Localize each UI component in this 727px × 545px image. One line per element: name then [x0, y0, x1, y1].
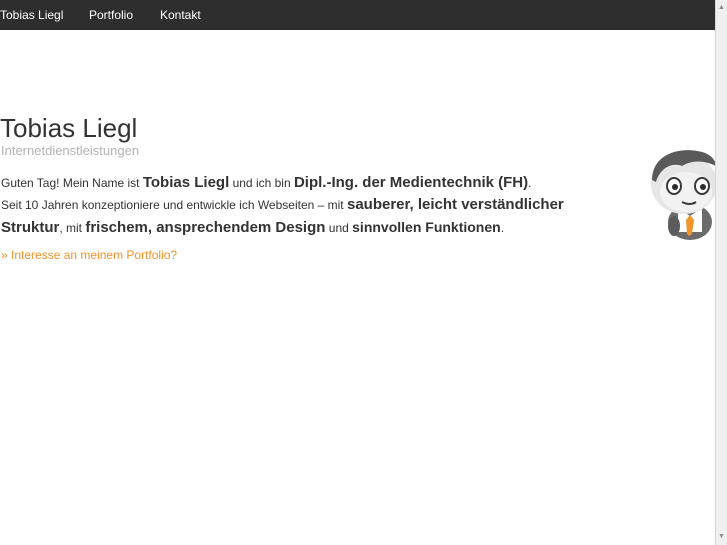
nav-kontakt-link[interactable]: Kontakt — [160, 8, 201, 22]
portfolio-cta-link[interactable]: » Interesse an meinem Portfolio? — [1, 248, 177, 262]
intro-greeting: Guten Tag! Mein Name ist — [1, 176, 143, 190]
cartoon-character-icon — [646, 142, 715, 246]
scroll-up-arrow-icon[interactable]: ▲ — [716, 2, 727, 14]
nav-portfolio-link[interactable]: Portfolio — [89, 8, 133, 22]
intro-period-2: . — [500, 221, 505, 235]
intro-period-1: . — [528, 176, 532, 190]
top-navigation-bar: Tobias Liegl Portfolio Kontakt — [0, 0, 715, 30]
intro-since: Seit 10 Jahren konzeptioniere und entwic… — [1, 198, 347, 212]
intro-and: und — [325, 221, 353, 235]
intro-highlight-design: frischem, ansprechendem Design — [85, 219, 326, 236]
intro-highlight-functions: sinnvollen Funktionen — [352, 219, 501, 235]
intro-with: , mit — [59, 221, 86, 235]
nav-home-link[interactable]: Tobias Liegl — [0, 8, 63, 22]
intro-name: Tobias Liegl — [142, 174, 230, 191]
vertical-scrollbar[interactable]: ▲ ▼ — [715, 0, 727, 545]
scroll-down-arrow-icon[interactable]: ▼ — [716, 531, 727, 543]
site-title: Tobias Liegl — [0, 113, 138, 143]
page-content: Tobias Liegl Portfolio Kontakt Tobias Li… — [0, 0, 715, 545]
intro-and-i-am: und ich bin — [229, 176, 294, 190]
intro-degree: Dipl.-Ing. der Medientechnik (FH) — [293, 174, 529, 191]
site-subtitle: Internetdienstleistungen — [1, 143, 140, 158]
intro-paragraph: Guten Tag! Mein Name ist Tobias Liegl un… — [1, 172, 621, 239]
